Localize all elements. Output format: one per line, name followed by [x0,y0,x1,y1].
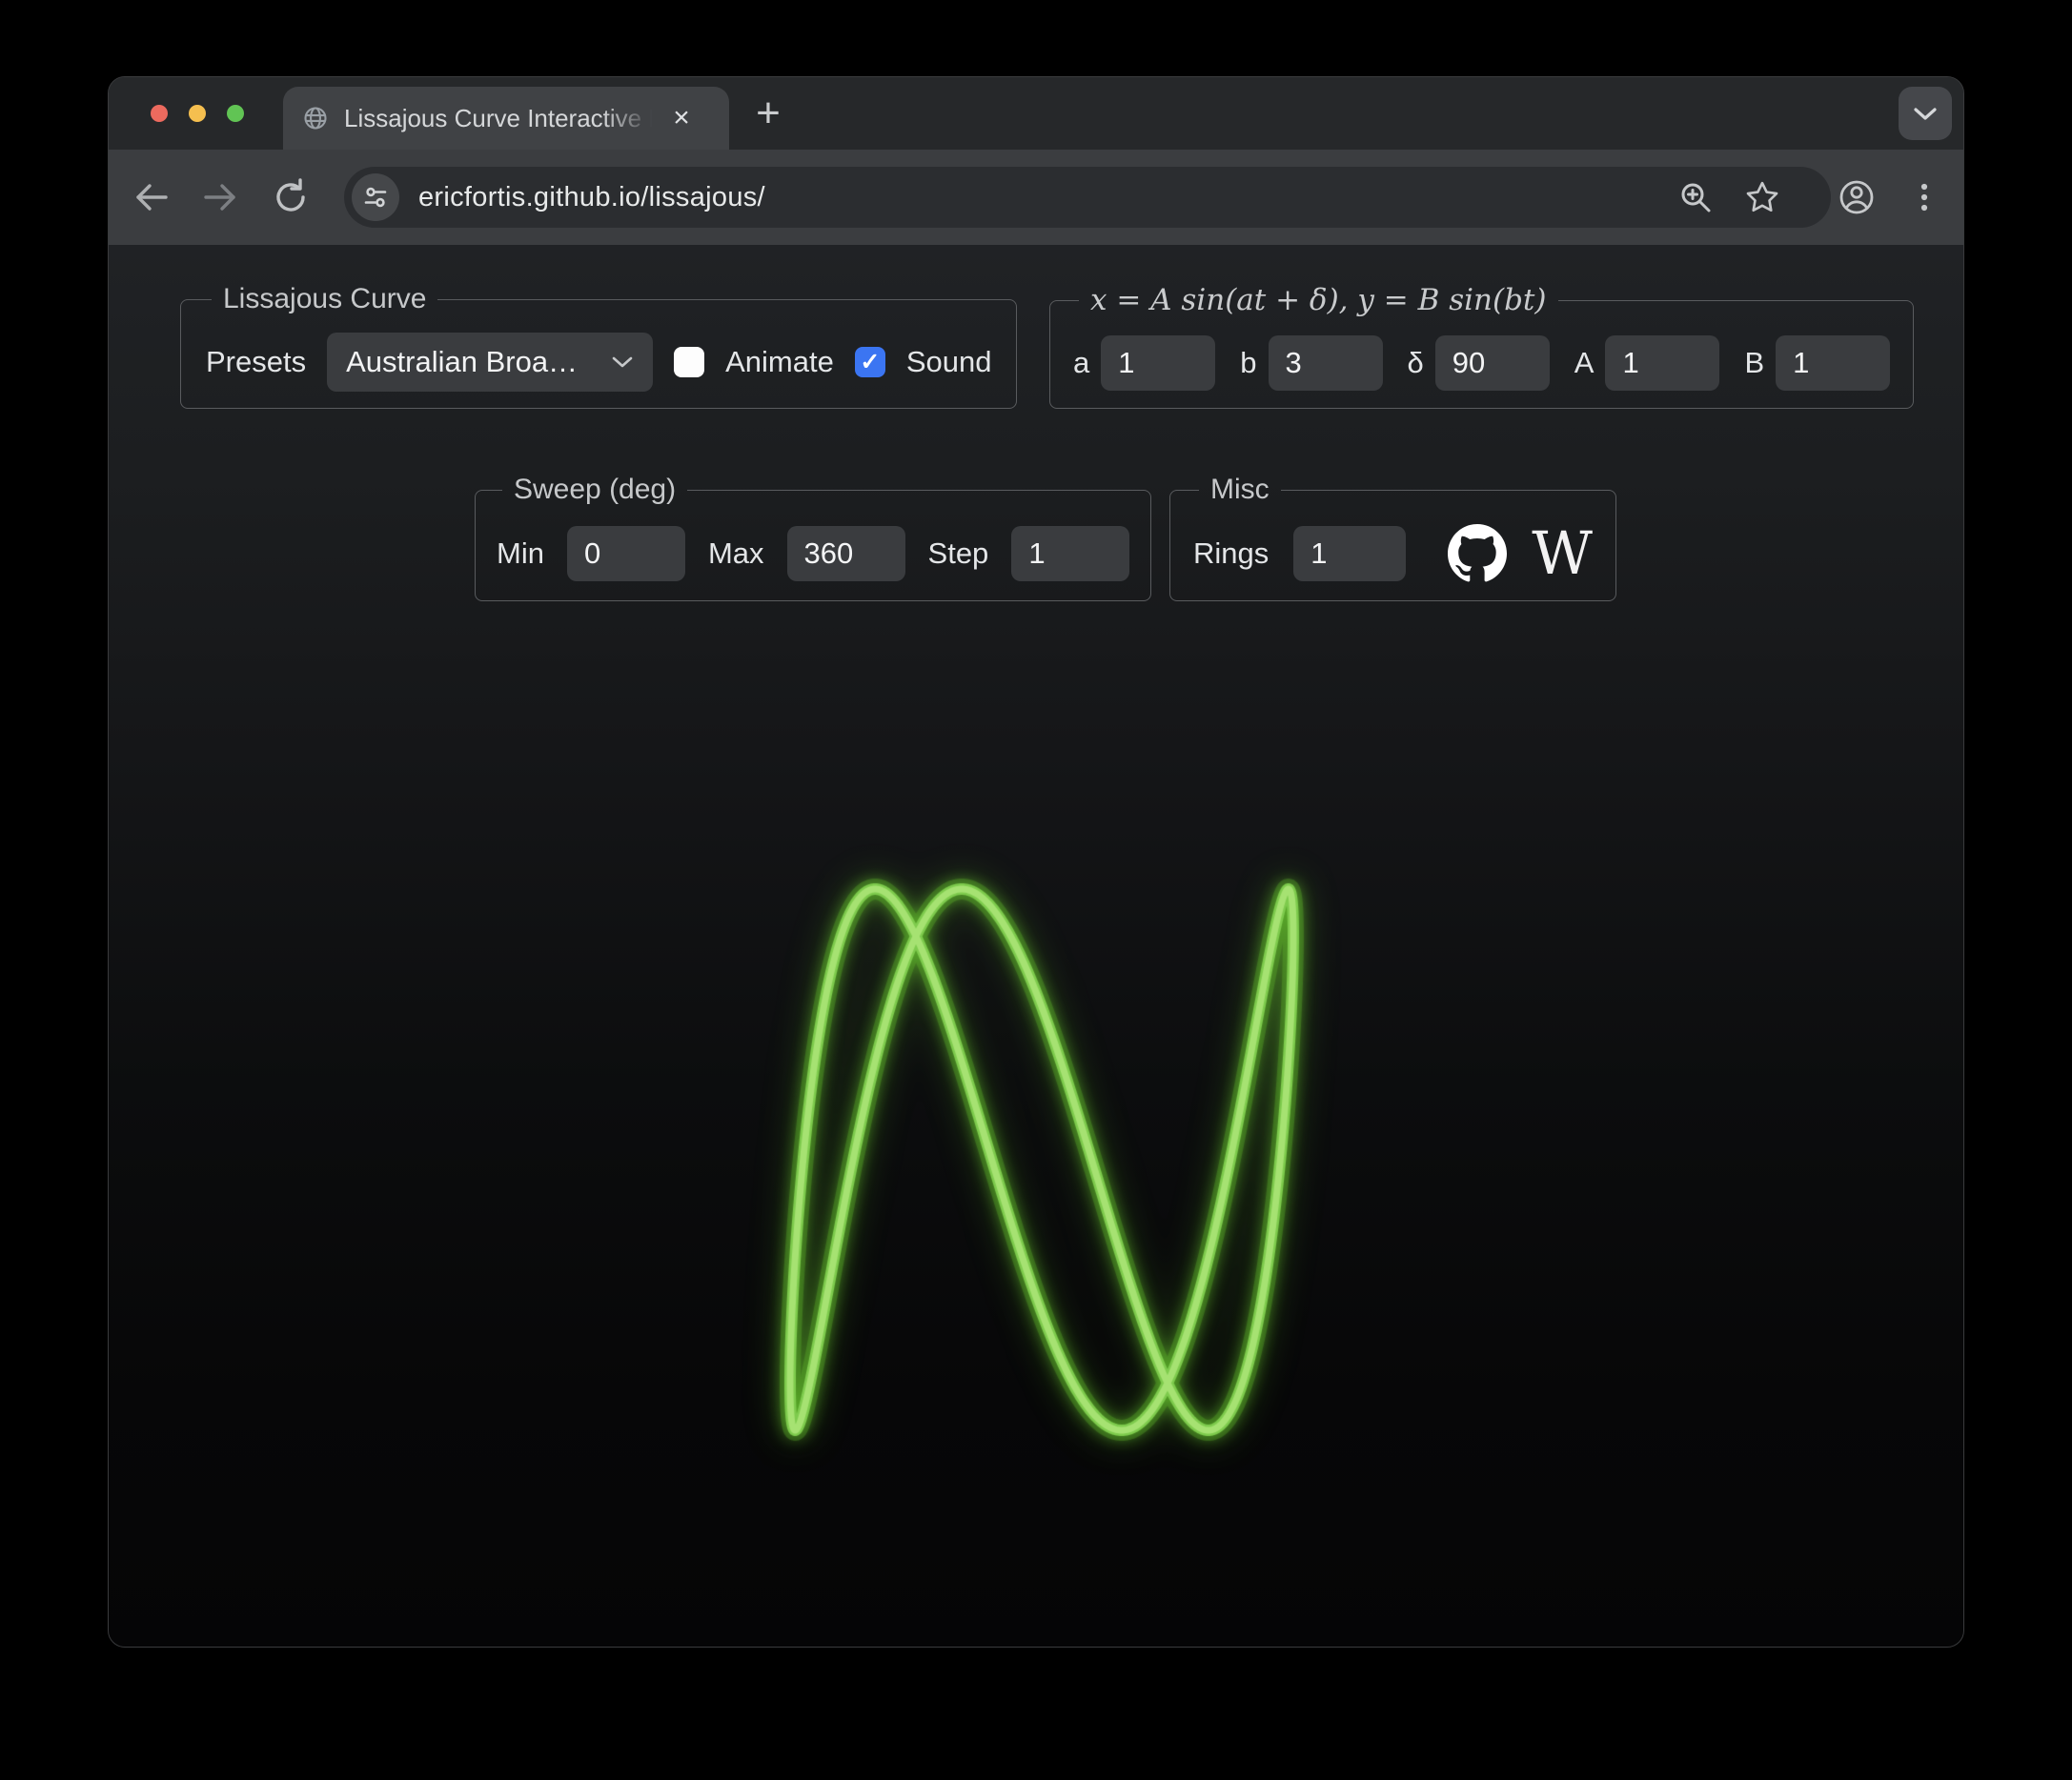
zoom-page-button[interactable] [1675,176,1717,218]
min-input[interactable]: 0 [567,526,685,581]
step-label: Step [928,536,989,571]
profile-icon [1836,176,1878,218]
tab-title: Lissajous Curve Interactive De [344,104,659,133]
animate-checkbox[interactable] [674,347,704,377]
select-chevron-icon [611,354,634,370]
profile-button[interactable] [1836,176,1878,218]
new-tab-button[interactable]: + [745,91,791,136]
tab-close-button[interactable]: × [662,99,701,137]
browser-tab[interactable]: Lissajous Curve Interactive De × [283,87,729,150]
site-settings-button[interactable] [352,173,399,221]
step-input[interactable]: 1 [1011,526,1129,581]
menu-button[interactable] [1903,176,1945,218]
param-B-label: B [1744,346,1764,380]
rings-input[interactable]: 1 [1293,526,1406,581]
min-label: Min [497,536,544,571]
zoom-window-button[interactable] [227,105,244,122]
minimize-window-button[interactable] [189,105,206,122]
reload-button[interactable] [270,176,312,218]
tab-strip: Lissajous Curve Interactive De × + [109,77,1963,150]
param-delta-label: δ [1408,346,1424,380]
page-content: Lissajous Curve Presets Australian Broa…… [109,245,1963,1648]
back-button[interactable] [131,176,173,218]
misc-fieldset: Misc Rings 1 W [1169,474,1616,601]
browser-window: Lissajous Curve Interactive De × + [108,76,1964,1648]
equation-legend: x = A sin(at + δ), y = B sin(bt) [1079,283,1558,317]
back-arrow-icon [131,176,173,218]
param-A-input[interactable]: 1 [1605,335,1719,391]
sweep-legend: Sweep (deg) [502,474,687,506]
rings-label: Rings [1193,536,1269,571]
lissajous-canvas [699,788,1385,1531]
param-delta-input[interactable]: 90 [1435,335,1550,391]
url-text: ericfortis.github.io/lissajous/ [418,167,765,228]
tab-search-button[interactable] [1899,87,1952,140]
equation-fieldset: x = A sin(at + δ), y = B sin(bt) a 1 b 3… [1049,283,1914,409]
github-link[interactable] [1448,524,1507,583]
three-dot-menu-icon [1903,176,1945,218]
reload-icon [270,176,312,218]
presets-label: Presets [206,345,306,379]
sound-checkbox[interactable]: ✓ [855,347,885,377]
magnifier-plus-icon [1676,178,1715,216]
param-a-label: a [1073,346,1089,380]
close-window-button[interactable] [151,105,168,122]
bookmark-star-button[interactable] [1741,176,1783,218]
omnibox[interactable]: ericfortis.github.io/lissajous/ [344,167,1831,228]
misc-legend: Misc [1199,474,1281,506]
forward-button[interactable] [199,176,241,218]
sweep-fieldset: Sweep (deg) Min 0 Max 360 Step 1 [475,474,1151,601]
github-icon [1448,524,1507,583]
param-B-input[interactable]: 1 [1776,335,1890,391]
animate-label: Animate [725,345,834,379]
chevron-down-icon [1912,105,1939,122]
param-b-label: b [1240,346,1256,380]
tune-icon [361,183,390,212]
forward-arrow-icon [199,176,241,218]
lissajous-fieldset: Lissajous Curve Presets Australian Broa…… [180,283,1017,409]
preset-selected-value: Australian Broa… [346,345,578,379]
lissajous-legend: Lissajous Curve [212,283,437,315]
param-b-input[interactable]: 3 [1269,335,1383,391]
param-a-input[interactable]: 1 [1101,335,1215,391]
wikipedia-link[interactable]: W [1532,524,1593,583]
browser-toolbar: ericfortis.github.io/lissajous/ [109,150,1963,245]
presets-select[interactable]: Australian Broa… [327,333,653,392]
globe-favicon-icon [302,105,329,131]
star-icon [1742,177,1782,217]
max-input[interactable]: 360 [787,526,905,581]
param-A-label: A [1574,346,1595,380]
sound-label: Sound [906,345,992,379]
max-label: Max [708,536,764,571]
